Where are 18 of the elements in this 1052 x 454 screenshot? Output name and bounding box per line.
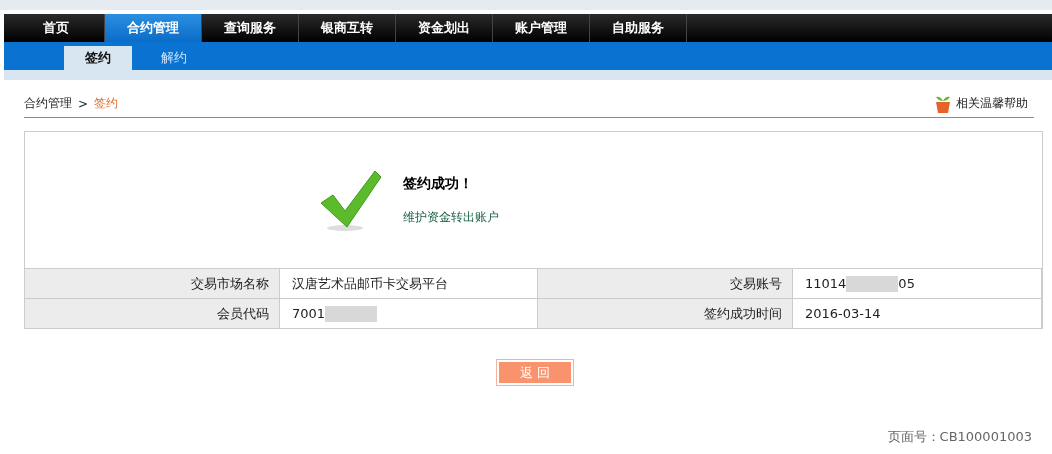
table-cell: 7001 [280, 298, 538, 328]
subnav-tab[interactable]: 解约 [140, 46, 208, 70]
breadcrumb-current: 签约 [94, 95, 119, 112]
field-label: 签约成功时间 [538, 298, 793, 328]
success-title: 签约成功！ [403, 174, 474, 193]
subnav-tab[interactable]: 签约 [64, 46, 132, 70]
breadcrumb-link[interactable]: 合约管理 [24, 95, 72, 112]
field-label: 交易账号 [538, 268, 793, 298]
nav-tab[interactable]: 合约管理 [105, 14, 202, 42]
breadcrumb-separator: > [78, 96, 89, 111]
account-link[interactable]: 维护资金转出账户 [403, 208, 499, 226]
field-label: 会员代码 [25, 298, 280, 328]
field-label: 交易市场名称 [25, 268, 280, 298]
help-link[interactable]: 相关温馨帮助 [956, 95, 1028, 112]
table-cell: 汉唐艺术品邮币卡交易平台 [280, 268, 538, 298]
table-cell: 2016-03-14 [793, 298, 1042, 328]
page-number: 页面号：CB100001003 [887, 429, 1032, 444]
table-cell: 11014 05 [793, 268, 1042, 298]
